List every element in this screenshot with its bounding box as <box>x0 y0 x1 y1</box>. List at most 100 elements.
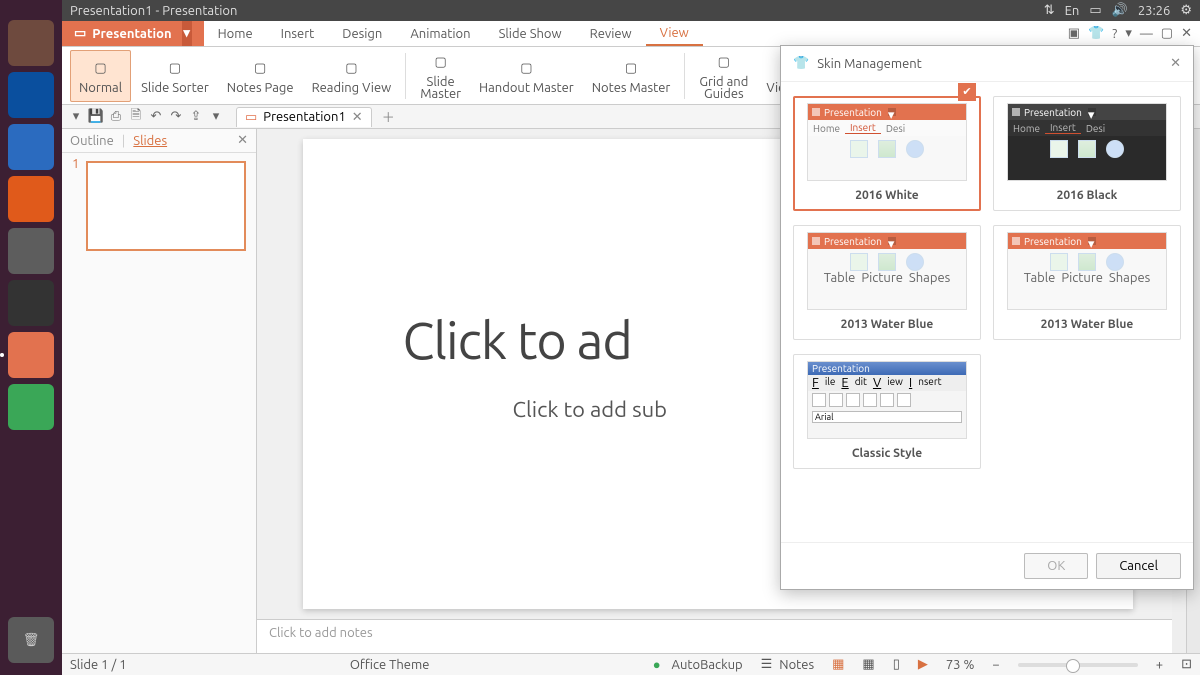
ribbon-tabs: HomeInsertDesignAnimationSlide ShowRevie… <box>204 21 703 46</box>
tab-insert[interactable]: Insert <box>267 21 329 46</box>
ribbon-label: Grid and Guides <box>699 76 748 100</box>
save-icon[interactable]: 💾 <box>88 109 104 125</box>
undo-icon[interactable]: ↶ <box>148 109 164 125</box>
status-autobackup[interactable]: ● AutoBackup <box>653 657 743 672</box>
launcher-writer[interactable] <box>8 124 54 170</box>
skin-2013-wb-a[interactable]: Presentation▾TablePictureShapes 2013 Wate… <box>793 225 981 340</box>
status-notes[interactable]: ☰ Notes <box>761 657 814 672</box>
skin-classic[interactable]: PresentationFile Edit View InsertArialCl… <box>793 354 981 469</box>
ok-button[interactable]: OK <box>1024 553 1088 579</box>
shirt-icon: 👕 <box>793 56 809 71</box>
fit-icon[interactable]: ⊡ <box>1181 657 1192 672</box>
zoom-in-icon[interactable]: + <box>1156 658 1163 672</box>
skin-2016-black[interactable]: Presentation▾HomeInsertDesi2016 Black <box>993 96 1181 211</box>
doc-tab-close-icon[interactable]: ✕ <box>352 110 363 125</box>
ribbon-normal[interactable]: ▢ Normal <box>70 50 131 102</box>
keyboard-lang[interactable]: En <box>1065 4 1080 18</box>
view-reading-icon[interactable]: ▯ <box>893 657 900 672</box>
ubuntu-launcher: 🗑 <box>0 0 62 675</box>
launcher-files[interactable] <box>8 20 54 66</box>
skin-grid: Presentation▾HomeInsertDesi2016 WhitePre… <box>781 82 1193 542</box>
ribbon-label: Notes Page <box>227 82 294 94</box>
dialog-title: Skin Management <box>817 57 922 71</box>
ribbon-label: Slide Master <box>420 76 461 100</box>
app-logo-icon: ▭ <box>74 26 86 41</box>
redo-icon[interactable]: ↷ <box>168 109 184 125</box>
export-icon[interactable]: ⇪ <box>188 109 204 125</box>
doc-icon: ▭ <box>245 110 257 125</box>
launcher-firefox[interactable] <box>8 72 54 118</box>
ribbon-notes-master[interactable]: ▢Notes Master <box>584 50 679 102</box>
tab-design[interactable]: Design <box>328 21 396 46</box>
launcher-software[interactable] <box>8 176 54 222</box>
launcher-presentation[interactable] <box>8 332 54 378</box>
notes-pane[interactable]: Click to add notes <box>257 619 1186 653</box>
app-window: Presentation1 - Presentation ⇅ En ▭ 🔊 23… <box>62 0 1200 675</box>
ribbon-label: Reading View <box>312 82 392 94</box>
slide-thumbnail-1[interactable] <box>86 161 246 251</box>
print-icon[interactable]: ⎙ <box>108 109 124 125</box>
ribbon-handout-master[interactable]: ▢Handout Master <box>471 50 582 102</box>
new-tab-button[interactable]: ＋ <box>382 107 395 126</box>
skin-preview: Presentation▾HomeInsertDesi <box>1007 103 1167 181</box>
cancel-button[interactable]: Cancel <box>1096 553 1181 579</box>
normal-icon: ▢ <box>90 58 112 80</box>
skin-label: 2013 Water Blue <box>1041 316 1134 333</box>
outline-tab[interactable]: Outline <box>70 134 114 148</box>
dialog-close-icon[interactable]: ✕ <box>1170 56 1181 71</box>
ribbon-slide-master[interactable]: ▢Slide Master <box>412 50 469 102</box>
skin-preview: Presentation▾HomeInsertDesi <box>807 103 967 181</box>
launcher-spreadsheets[interactable] <box>8 384 54 430</box>
more-icon[interactable]: ▾ <box>208 109 224 125</box>
app-name: Presentation <box>92 27 171 41</box>
ribbon-slide-sorter[interactable]: ▢Slide Sorter <box>133 50 217 102</box>
tab-slide-show[interactable]: Slide Show <box>485 21 576 46</box>
launcher-trash[interactable]: 🗑 <box>8 617 54 663</box>
ribbon-label: Normal <box>79 82 122 94</box>
panel-close-icon[interactable]: ✕ <box>237 133 248 148</box>
slides-tab[interactable]: Slides <box>133 134 167 148</box>
dropdown-icon[interactable]: ▾ <box>1125 26 1132 41</box>
grid-guides-icon: ▢ <box>713 52 735 74</box>
status-slide: Slide 1 / 1 <box>70 658 127 672</box>
ribbon-reading-view[interactable]: ▢Reading View <box>304 50 400 102</box>
app-menu-dropdown-icon: ▾ <box>182 21 192 46</box>
view-sorter-icon[interactable]: ▦ <box>862 657 874 672</box>
battery-icon[interactable]: ▭ <box>1089 3 1101 18</box>
status-theme: Office Theme <box>350 658 430 672</box>
help-icon[interactable]: ? <box>1112 27 1117 41</box>
tab-view[interactable]: View <box>646 21 703 46</box>
close-button[interactable]: ✕ <box>1181 26 1192 41</box>
launcher-settings[interactable] <box>8 228 54 274</box>
network-icon[interactable]: ⇅ <box>1044 3 1055 18</box>
zoom-value[interactable]: 73 % <box>946 658 975 672</box>
document-tab[interactable]: ▭ Presentation1 ✕ <box>236 107 372 127</box>
slide-sorter-icon: ▢ <box>164 58 186 80</box>
skin-2016-white[interactable]: Presentation▾HomeInsertDesi 2016 White <box>793 96 981 211</box>
clock[interactable]: 23:26 <box>1138 4 1171 18</box>
ribbon-grid-guides[interactable]: ▢Grid and Guides <box>691 50 756 102</box>
power-icon[interactable]: ⚙ <box>1180 3 1192 18</box>
tab-home[interactable]: Home <box>204 21 267 46</box>
maximize-button[interactable]: ▢ <box>1161 26 1173 41</box>
app-menu-button[interactable]: ▭ Presentation ▾ <box>62 21 204 46</box>
volume-icon[interactable]: 🔊 <box>1112 3 1128 18</box>
zoom-slider[interactable] <box>1018 663 1138 667</box>
ribbon-notes-page[interactable]: ▢Notes Page <box>219 50 302 102</box>
skin-label: 2013 Water Blue <box>841 316 934 333</box>
view-normal-icon[interactable]: ▦ <box>832 657 844 672</box>
tab-animation[interactable]: Animation <box>396 21 484 46</box>
skin-preview: Presentation▾TablePictureShapes <box>807 232 967 310</box>
qa-menu-icon[interactable]: ▾ <box>68 109 84 125</box>
view-slideshow-icon[interactable]: ▶ <box>918 657 928 672</box>
screenshot-icon[interactable]: ▣ <box>1068 26 1080 41</box>
shirt-icon[interactable]: 👕 <box>1088 26 1104 41</box>
skin-label: 2016 White <box>855 187 918 204</box>
skin-2013-wb-b[interactable]: Presentation▾TablePictureShapes2013 Wate… <box>993 225 1181 340</box>
launcher-disk[interactable] <box>8 280 54 326</box>
zoom-out-icon[interactable]: − <box>992 658 999 672</box>
print-preview-icon[interactable]: 🗎 <box>128 109 144 125</box>
tab-review[interactable]: Review <box>576 21 646 46</box>
minimize-button[interactable]: — <box>1140 27 1153 41</box>
skin-label: Classic Style <box>852 445 922 462</box>
